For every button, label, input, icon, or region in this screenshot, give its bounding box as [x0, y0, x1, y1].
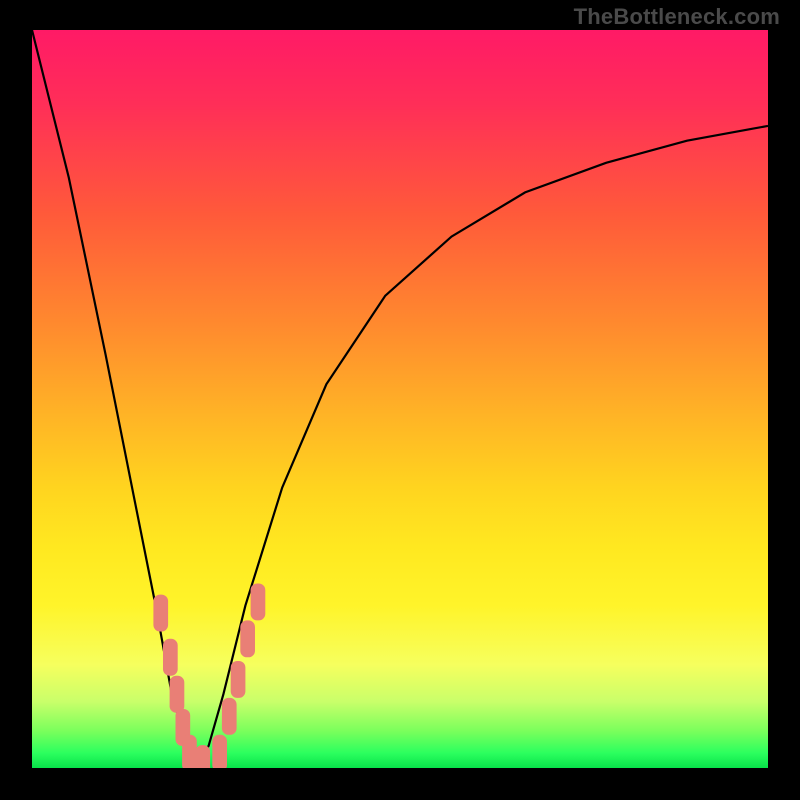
plot-area: [32, 30, 768, 768]
marker-point: [212, 735, 227, 768]
marker-point: [153, 595, 168, 632]
marker-point: [240, 620, 255, 657]
marker-point: [170, 676, 185, 713]
marker-point: [163, 639, 178, 676]
watermark-text: TheBottleneck.com: [574, 4, 780, 30]
curve-svg: [32, 30, 768, 768]
marker-point: [222, 698, 237, 735]
bottleneck-curve: [32, 30, 768, 768]
marker-point: [251, 584, 266, 621]
marker-point: [231, 661, 246, 698]
chart-frame: TheBottleneck.com: [0, 0, 800, 800]
marker-point: [182, 735, 197, 768]
marker-point: [195, 745, 210, 768]
